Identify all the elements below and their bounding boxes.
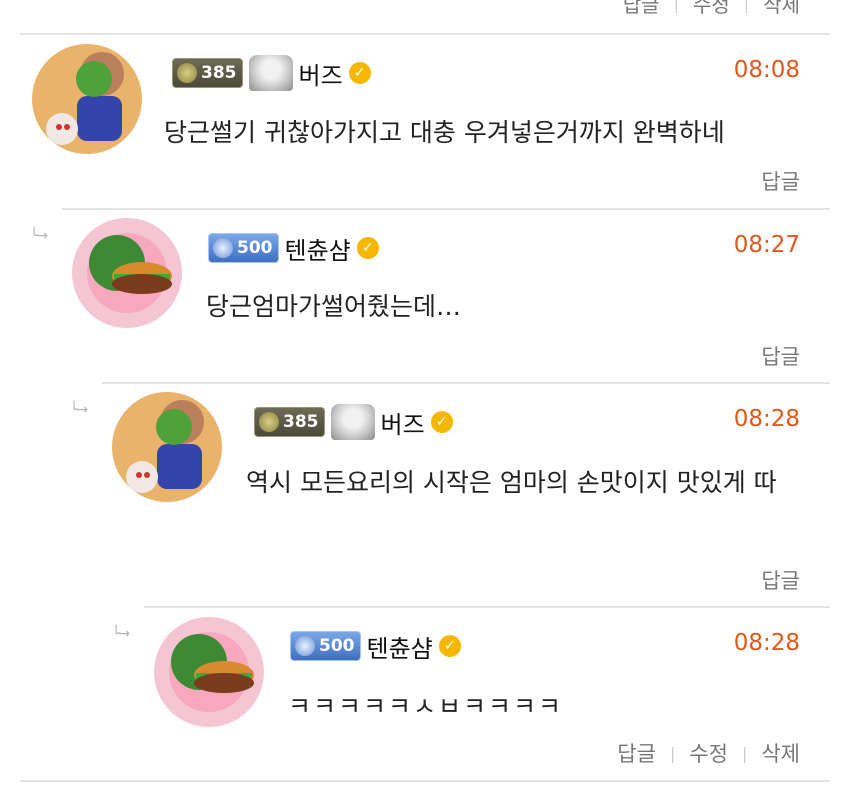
comment-time: 08:28 [733, 406, 800, 432]
divider [102, 382, 830, 384]
character-icon [248, 55, 293, 91]
divider [144, 606, 830, 608]
reply-arrow-icon: └→ [30, 228, 48, 244]
nickname[interactable]: 버즈 [381, 405, 425, 440]
edit-button[interactable]: 수정 [693, 0, 730, 18]
delete-button[interactable]: 삭제 [763, 0, 800, 18]
separator: | [741, 743, 748, 763]
divider [62, 208, 830, 210]
verified-check-icon: ✓ [348, 62, 371, 84]
prev-comment-actions: 답글 | 수정 | 삭제 [623, 0, 800, 18]
avatar[interactable] [112, 392, 222, 502]
level-icon [213, 238, 233, 258]
comment-header: 385 버즈 ✓ [172, 53, 371, 93]
divider [20, 780, 830, 782]
nickname[interactable]: 텐츈샴 [367, 629, 433, 664]
verified-check-icon: ✓ [438, 635, 461, 657]
level-icon [295, 636, 315, 656]
reply-button[interactable]: 답글 [761, 341, 800, 371]
comment-text: 당근엄마가썰어줬는데… [206, 292, 462, 321]
reply-arrow-icon: └→ [112, 626, 130, 642]
comment-actions: 답글 | 수정 | 삭제 [617, 738, 800, 768]
reply-button[interactable]: 답글 [623, 0, 660, 18]
separator: | [743, 0, 750, 13]
reply-button[interactable]: 답글 [617, 738, 656, 768]
comment-time: 08:27 [733, 232, 800, 258]
comment-header: 500 텐츈샴 ✓ [290, 626, 461, 666]
verified-check-icon: ✓ [356, 237, 379, 259]
level-icon [259, 412, 279, 432]
nickname[interactable]: 버즈 [299, 56, 343, 91]
separator: | [669, 743, 676, 763]
character-icon [330, 404, 375, 440]
divider [20, 33, 830, 35]
level-badge: 385 [172, 58, 243, 88]
avatar[interactable] [154, 617, 264, 727]
comment-text: 역시 모든요리의 시작은 엄마의 손맛이지 맛있게 따 [246, 468, 777, 497]
comment-time: 08:08 [733, 57, 800, 83]
delete-button[interactable]: 삭제 [761, 738, 800, 768]
comment-text: 당근썰기 귀찮아가지고 대충 우겨넣은거까지 완벽하네 [164, 118, 725, 147]
reply-button[interactable]: 답글 [761, 166, 800, 196]
verified-check-icon: ✓ [430, 411, 453, 433]
level-icon [177, 63, 197, 83]
edit-button[interactable]: 수정 [689, 738, 728, 768]
avatar[interactable] [72, 218, 182, 328]
separator: | [673, 0, 679, 13]
reply-arrow-icon: └→ [70, 402, 88, 418]
comment-time: 08:28 [733, 630, 800, 656]
level-badge: 500 [290, 631, 361, 661]
comment-header: 500 텐츈샴 ✓ [208, 228, 379, 268]
reply-button[interactable]: 답글 [761, 565, 800, 595]
avatar[interactable] [32, 44, 142, 154]
level-badge: 500 [208, 233, 279, 263]
nickname[interactable]: 텐츈샴 [285, 231, 351, 266]
comment-text: ㅋㅋㅋㅋㅋㅅㅂㅋㅋㅋㅋ [288, 692, 564, 721]
comment-header: 385 버즈 ✓ [254, 402, 453, 442]
level-badge: 385 [254, 407, 325, 437]
